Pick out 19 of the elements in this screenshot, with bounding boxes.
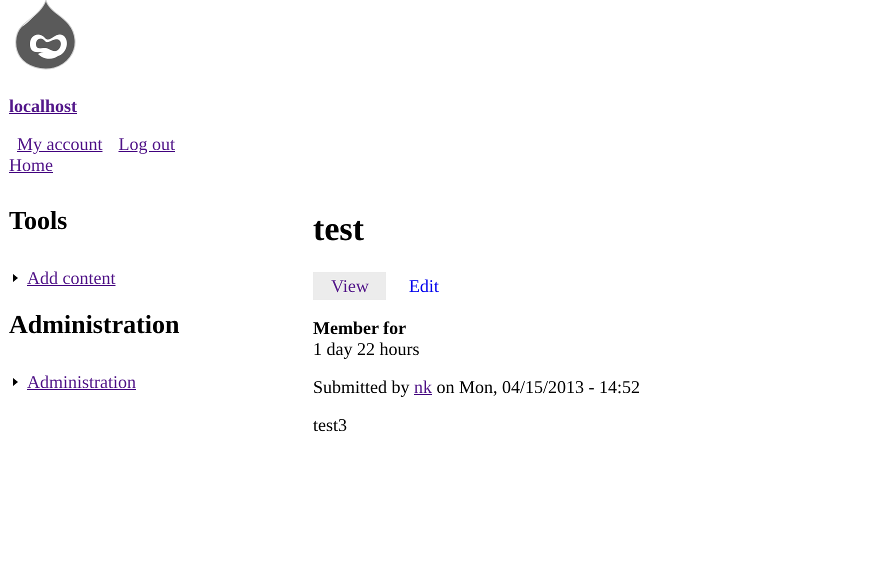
block-title: Tools [9,206,68,236]
body-text: test3 [313,415,348,436]
tab[interactable]: Edit [408,272,439,300]
main-menu-link[interactable]: Home [9,155,53,175]
bullet-icon [13,274,18,282]
user-menu-link[interactable]: Log out [118,134,175,155]
page-title: test [313,210,365,250]
site-name-link[interactable]: localhost [9,96,78,116]
field-value: 1 day 22 hours [313,339,420,360]
block-title: Administration [9,310,180,340]
logo[interactable] [12,0,76,70]
submitted-line: Submitted by nk on Mon, 04/15/2013 - 14:52 [313,377,640,398]
user-menu-link[interactable]: My account [17,134,102,155]
field-label: Member for [313,318,408,339]
bullet-icon [13,378,18,386]
tab[interactable]: View [313,272,386,300]
sidebar-link[interactable]: Add content [27,268,116,288]
sidebar-link[interactable]: Administration [27,372,136,392]
author-link[interactable]: nk [414,377,432,397]
